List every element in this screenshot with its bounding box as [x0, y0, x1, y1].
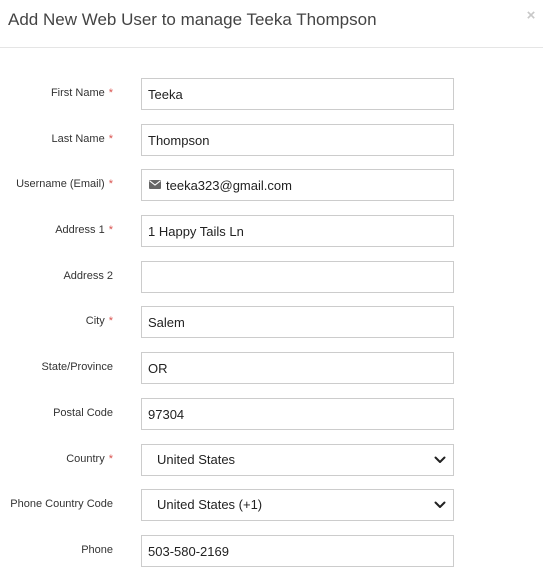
- last-name-label: Last Name *: [51, 133, 113, 145]
- required-marker: *: [108, 453, 113, 465]
- phone-input[interactable]: [141, 535, 454, 567]
- country-row: Country * United States: [0, 444, 543, 476]
- chevron-down-icon: [434, 501, 446, 508]
- required-marker: *: [108, 133, 113, 145]
- last-name-row: Last Name *: [0, 124, 543, 156]
- address-1-input[interactable]: [141, 215, 454, 247]
- country-label: Country *: [66, 453, 113, 465]
- state-province-row: State/Province: [0, 352, 543, 384]
- address-1-row: Address 1 *: [0, 215, 543, 247]
- last-name-input[interactable]: [141, 124, 454, 156]
- chevron-down-icon: [434, 456, 446, 463]
- required-marker: *: [108, 315, 113, 327]
- username-email-row: Username (Email) *: [0, 169, 543, 201]
- phone-country-code-row: Phone Country Code United States (+1): [0, 489, 543, 521]
- first-name-input[interactable]: [141, 78, 454, 110]
- country-select-value: United States: [157, 452, 236, 467]
- modal-header: Add New Web User to manage Teeka Thompso…: [0, 0, 543, 48]
- postal-code-label: Postal Code: [53, 407, 113, 419]
- required-marker: *: [108, 178, 113, 190]
- modal-title: Add New Web User to manage Teeka Thompso…: [8, 10, 377, 29]
- first-name-row: First Name *: [0, 78, 543, 110]
- city-row: City *: [0, 306, 543, 338]
- city-label: City *: [85, 315, 113, 327]
- required-marker: *: [108, 87, 113, 99]
- username-email-label: Username (Email) *: [16, 178, 113, 190]
- phone-country-code-label: Phone Country Code: [10, 498, 113, 510]
- address-1-label: Address 1 *: [55, 224, 113, 236]
- first-name-label: First Name *: [50, 87, 113, 99]
- country-select[interactable]: United States: [141, 444, 454, 476]
- username-email-input[interactable]: [141, 169, 454, 201]
- required-marker: *: [108, 224, 113, 236]
- phone-country-code-select[interactable]: United States (+1): [141, 489, 454, 521]
- phone-label: Phone: [81, 544, 113, 556]
- state-province-input[interactable]: [141, 352, 454, 384]
- postal-code-row: Postal Code: [0, 398, 543, 430]
- address-2-label: Address 2: [63, 270, 113, 282]
- address-2-row: Address 2: [0, 261, 543, 293]
- phone-country-code-select-value: United States (+1): [157, 497, 263, 512]
- close-button[interactable]: ×: [524, 8, 538, 24]
- phone-row: Phone: [0, 535, 543, 567]
- city-input[interactable]: [141, 306, 454, 338]
- postal-code-input[interactable]: [141, 398, 454, 430]
- address-2-input[interactable]: [141, 261, 454, 293]
- state-province-label: State/Province: [41, 361, 113, 373]
